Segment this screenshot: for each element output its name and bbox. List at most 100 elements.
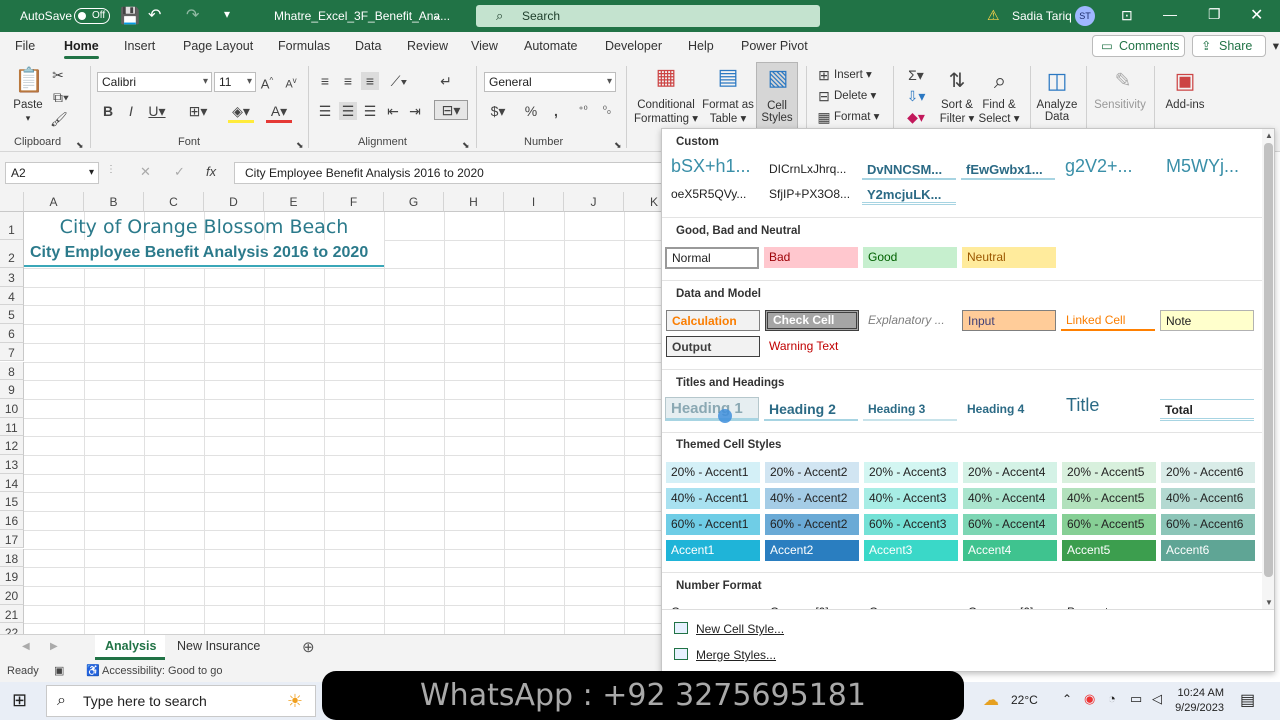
search-box[interactable]: ⌕ Search	[476, 5, 820, 27]
cut-icon[interactable]: ✂	[50, 66, 66, 84]
restore-icon[interactable]: ❐	[1208, 6, 1221, 23]
style-20-accent5[interactable]: 20% - Accent5	[1062, 462, 1156, 483]
column-header[interactable]: D	[204, 192, 264, 212]
accessibility-status[interactable]: Accessibility: Good to go	[102, 665, 222, 677]
row-header[interactable]: 7	[0, 342, 24, 362]
record-icon[interactable]: ◉	[1084, 691, 1095, 707]
style-accent3[interactable]: Accent3	[864, 540, 958, 561]
row-header[interactable]: 21	[0, 604, 24, 624]
paste-button[interactable]: Paste	[8, 99, 48, 111]
name-box[interactable]: A2 ▾	[5, 162, 99, 184]
tab-data[interactable]: Data	[355, 39, 381, 53]
sensitivity-icon[interactable]: ✎	[1108, 66, 1138, 96]
row-header[interactable]: 1	[0, 212, 24, 240]
style-title[interactable]: Title	[1061, 395, 1155, 419]
insert-cells-icon[interactable]: ⊞	[816, 66, 832, 84]
number-format-combo[interactable]: General	[484, 72, 616, 92]
copy-icon[interactable]: ⧉▾	[50, 88, 72, 106]
style-heading-2[interactable]: Heading 2	[764, 399, 858, 421]
analyze-data-icon[interactable]: ◫	[1042, 66, 1072, 96]
wrap-text-icon[interactable]: ↵	[437, 72, 455, 90]
autosum-icon[interactable]: Σ▾	[902, 66, 930, 84]
style-heading-1[interactable]: Heading 1	[665, 397, 759, 421]
ribbon-display-icon[interactable]: ⊡	[1121, 7, 1133, 24]
font-size-combo[interactable]: 11	[214, 72, 256, 92]
style-calculation[interactable]: Calculation	[666, 310, 760, 331]
minimize-icon[interactable]: —	[1163, 6, 1177, 22]
user-name[interactable]: Sadia Tariq	[1012, 9, 1072, 23]
style-60-accent6[interactable]: 60% - Accent6	[1161, 514, 1255, 535]
column-header[interactable]: A	[24, 192, 84, 212]
paste-icon[interactable]: 📋	[14, 66, 44, 96]
add-ins-icon[interactable]: ▣	[1170, 66, 1200, 96]
row-header[interactable]: 15	[0, 492, 24, 512]
format-painter-icon[interactable]: 🖌	[50, 110, 68, 128]
style-custom[interactable]: g2V2+...	[1060, 156, 1154, 177]
style-custom[interactable]: DICrnLxJhrq...	[764, 159, 858, 180]
tab-review[interactable]: Review	[407, 39, 448, 53]
analyze-data-button[interactable]: Analyze Data	[1034, 99, 1080, 123]
style-60-accent1[interactable]: 60% - Accent1	[666, 514, 760, 535]
style-heading-4[interactable]: Heading 4	[962, 399, 1056, 421]
bold-icon[interactable]: B	[101, 102, 115, 120]
file-name[interactable]: Mhatre_Excel_3F_Benefit_Ana...	[274, 9, 450, 23]
select-all-corner[interactable]	[0, 192, 24, 212]
style-accent6[interactable]: Accent6	[1161, 540, 1255, 561]
align-center-icon[interactable]: ☰	[339, 102, 357, 120]
row-header[interactable]: 19	[0, 567, 24, 586]
taskbar-search-input[interactable]: ⌕ Type here to search ☀	[46, 685, 316, 717]
align-left-icon[interactable]: ☰	[316, 102, 334, 120]
delete-cells-button[interactable]: Delete ▾	[834, 88, 876, 102]
style-60-accent2[interactable]: 60% - Accent2	[765, 514, 859, 535]
delete-cells-icon[interactable]: ⊟	[816, 87, 832, 105]
style-custom[interactable]: oeX5R5QVy...	[666, 184, 760, 205]
style-60-accent4[interactable]: 60% - Accent4	[963, 514, 1057, 535]
save-icon[interactable]: 💾	[120, 6, 140, 26]
find-select-icon[interactable]: ⌕	[985, 66, 1015, 96]
style-note[interactable]: Note	[1160, 310, 1254, 331]
merge-center-icon[interactable]: ⊟▾	[434, 100, 468, 120]
add-ins-button[interactable]: Add-ins	[1160, 99, 1210, 111]
notification-icon[interactable]: ▤	[1240, 690, 1255, 710]
tab-home[interactable]: Home	[64, 39, 99, 59]
conditional-formatting-button[interactable]: Conditional Formatting ▾	[632, 99, 700, 125]
filename-chevron-icon[interactable]: ⌄	[432, 8, 442, 22]
gallery-scroll-thumb[interactable]	[1264, 143, 1273, 577]
next-sheet-icon[interactable]: ▶	[50, 641, 58, 652]
tab-help[interactable]: Help	[688, 39, 714, 53]
find-select-button[interactable]: Find & Select ▾	[974, 99, 1024, 125]
insert-function-icon[interactable]: fx	[206, 164, 216, 179]
sheet-tab-new-insurance[interactable]: New Insurance	[177, 639, 260, 653]
column-header[interactable]: C	[144, 192, 204, 212]
fill-color-icon[interactable]: ◈▾	[228, 102, 254, 123]
taskbar-clock[interactable]: 10:24 AM 9/29/2023	[1170, 686, 1224, 716]
column-header[interactable]: F	[324, 192, 384, 212]
style-40-accent5[interactable]: 40% - Accent5	[1062, 488, 1156, 509]
style-accent1[interactable]: Accent1	[666, 540, 760, 561]
style-custom[interactable]: Y2mcjuLK...	[862, 184, 956, 205]
avatar[interactable]: ST	[1075, 6, 1095, 26]
cell-styles-button[interactable]: ▧ CellStyles ▾	[756, 62, 798, 138]
style-60-accent3[interactable]: 60% - Accent3	[864, 514, 958, 535]
weather-icon[interactable]: ☁	[983, 690, 999, 710]
row-header[interactable]: 8	[0, 361, 24, 381]
underline-icon[interactable]: U▾	[146, 102, 168, 120]
style-60-accent5[interactable]: 60% - Accent5	[1062, 514, 1156, 535]
style-custom[interactable]: SfjIP+PX3O8...	[764, 184, 858, 205]
column-header[interactable]: J	[564, 192, 624, 212]
row-header[interactable]: 11	[0, 417, 24, 437]
prev-sheet-icon[interactable]: ◀	[22, 641, 30, 652]
style-40-accent3[interactable]: 40% - Accent3	[864, 488, 958, 509]
tab-automate[interactable]: Automate	[524, 39, 578, 53]
column-header[interactable]: E	[264, 192, 324, 212]
style-good[interactable]: Good	[863, 247, 957, 268]
close-icon[interactable]: ✕	[1250, 5, 1263, 25]
column-header[interactable]: G	[384, 192, 444, 212]
style-accent2[interactable]: Accent2	[765, 540, 859, 561]
row-header[interactable]: 12	[0, 436, 24, 455]
comma-icon[interactable]: ,	[547, 102, 565, 120]
style-output[interactable]: Output	[666, 336, 760, 357]
style-heading-3[interactable]: Heading 3	[863, 399, 957, 421]
row-header[interactable]: 6	[0, 324, 24, 343]
style-20-accent3[interactable]: 20% - Accent3	[864, 462, 958, 483]
